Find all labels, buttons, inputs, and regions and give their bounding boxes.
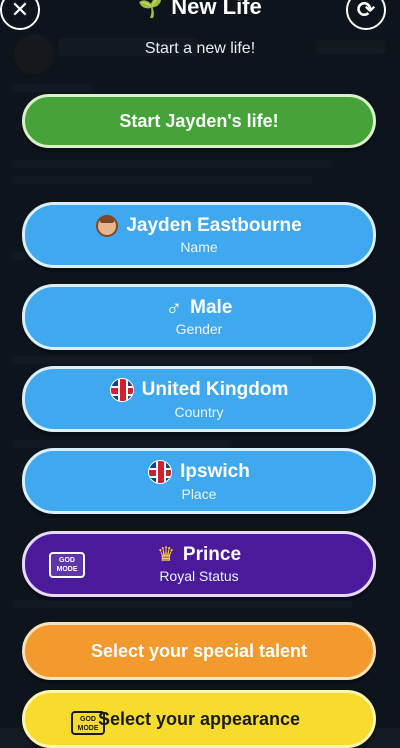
uk-flag-icon bbox=[109, 378, 134, 402]
refresh-button[interactable]: ⟳ bbox=[346, 0, 386, 30]
place-caption: Place bbox=[181, 486, 217, 502]
gender-caption: Gender bbox=[175, 321, 223, 337]
page-title-text: New Life bbox=[171, 0, 262, 19]
god-mode-badge: GOD MODE bbox=[71, 711, 105, 735]
appearance-button[interactable]: GOD MODE Select your appearance bbox=[22, 690, 376, 748]
special-talent-button[interactable]: Select your special talent bbox=[22, 622, 376, 680]
crown-icon: ♛ bbox=[156, 544, 175, 566]
country-caption: Country bbox=[174, 404, 224, 420]
name-caption: Name bbox=[180, 239, 218, 255]
name-button[interactable]: Jayden Eastbourne Name bbox=[22, 202, 376, 268]
name-value: Jayden Eastbourne bbox=[126, 215, 302, 236]
special-talent-label: Select your special talent bbox=[90, 640, 308, 661]
start-life-label: Start Jayden's life! bbox=[119, 110, 279, 131]
country-value: United Kingdom bbox=[141, 379, 289, 400]
gender-button[interactable]: ♂ Male Gender bbox=[22, 284, 376, 350]
uk-flag-icon bbox=[148, 460, 173, 484]
modal-header: ✕ 🌱 New Life ⟳ Start a new life! bbox=[0, 0, 400, 70]
place-button[interactable]: Ipswich Place bbox=[22, 448, 376, 514]
refresh-icon: ⟳ bbox=[356, 0, 376, 22]
male-symbol-icon: ♂ bbox=[165, 295, 183, 320]
start-life-button[interactable]: Start Jayden's life! bbox=[22, 94, 376, 148]
sprout-icon: 🌱 bbox=[138, 0, 164, 19]
appearance-label: Select your appearance bbox=[97, 708, 301, 729]
face-icon bbox=[96, 215, 119, 237]
page-title: 🌱 New Life bbox=[0, 0, 400, 20]
royal-caption: Royal Status bbox=[159, 568, 239, 584]
page-subtitle: Start a new life! bbox=[144, 40, 256, 57]
country-button[interactable]: United Kingdom Country bbox=[22, 366, 376, 432]
place-value: Ipswich bbox=[180, 461, 250, 482]
god-mode-badge: GOD MODE bbox=[49, 552, 85, 578]
royal-value: Prince bbox=[182, 544, 242, 565]
gender-value: Male bbox=[190, 297, 233, 318]
royal-status-button[interactable]: GOD MODE ♛ Prince Royal Status bbox=[22, 531, 376, 597]
